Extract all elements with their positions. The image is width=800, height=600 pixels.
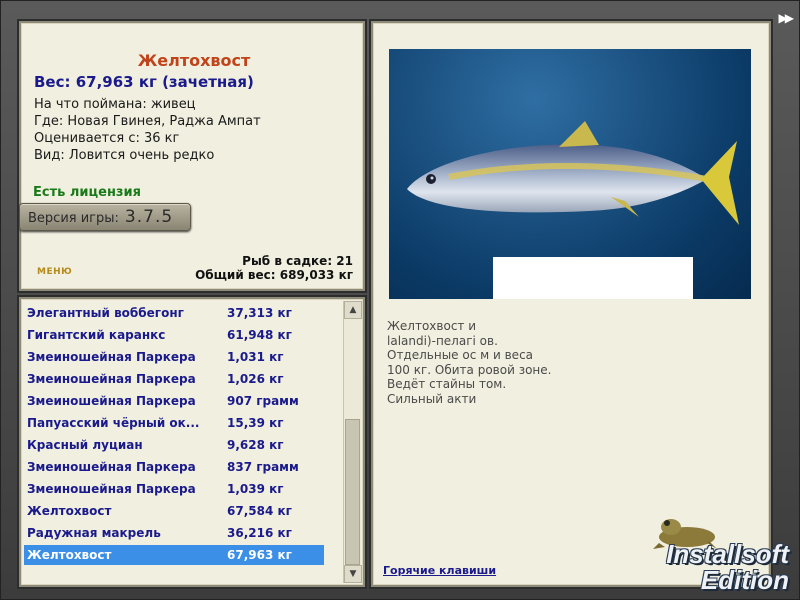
description-line: lalandi)-пелагі ов. bbox=[387, 333, 498, 348]
description-line: Отдельные ос м и веса bbox=[387, 348, 534, 362]
catch-fish-name: Змеиношейная Паркера bbox=[27, 394, 196, 408]
catch-list-item[interactable]: Змеиношейная Паркера 1,031 кг bbox=[24, 347, 324, 367]
catch-fish-name: Папуасский чёрный ок... bbox=[27, 416, 200, 430]
fish-description: Желтохвост и lalandi)-пелагі ов. Отдельные… bbox=[387, 319, 757, 406]
image-overlay bbox=[493, 257, 693, 299]
fish-weight: Вес: 67,963 кг (зачетная) bbox=[34, 73, 254, 91]
description-line: Желтохвост и bbox=[387, 319, 477, 333]
scroll-thumb[interactable] bbox=[345, 419, 360, 565]
menu-button[interactable]: МЕНЮ bbox=[37, 267, 72, 277]
catch-fish-name: Змеиношейная Паркера bbox=[27, 460, 196, 474]
catch-fish-weight: 837 грамм bbox=[227, 460, 299, 474]
description-line: 100 кг. Обита ровой зоне. bbox=[387, 362, 552, 377]
catch-fish-name: Радужная макрель bbox=[27, 526, 161, 540]
license-status: Есть лицензия bbox=[33, 185, 141, 200]
catch-fish-name: Змеиношейная Паркера bbox=[27, 350, 196, 364]
catch-list-item[interactable]: Змеиношейная Паркера 1,039 кг bbox=[24, 479, 324, 499]
fish-detail-panel: Желтохвост и lalandi)-пелагі ов. Отдельные… bbox=[371, 21, 771, 587]
catch-list-item[interactable]: Змеиношейная Паркера 907 грамм bbox=[24, 391, 324, 411]
catch-list-item[interactable]: Элегантный воббегонг 37,313 кг bbox=[24, 303, 324, 323]
catch-fish-weight: 15,39 кг bbox=[227, 416, 284, 430]
installsoft-watermark: Installsoft Edition bbox=[666, 541, 789, 593]
catch-list-item[interactable]: Желтохвост 67,584 кг bbox=[24, 501, 324, 521]
catch-list-item[interactable]: Змеиношейная Паркера 1,026 кг bbox=[24, 369, 324, 389]
valued-line: Оценивается с: 36 кг bbox=[34, 131, 180, 146]
catch-fish-weight: 1,031 кг bbox=[227, 350, 284, 364]
fish-in-cage: Рыб в садке: 21 bbox=[242, 254, 353, 268]
catch-list-item[interactable]: Гигантский каранкс 61,948 кг bbox=[24, 325, 324, 345]
catch-fish-name: Желтохвост bbox=[27, 548, 112, 562]
catch-fish-weight: 61,948 кг bbox=[227, 328, 292, 342]
chevron-up-icon[interactable]: ▲ bbox=[344, 301, 362, 319]
bait-line: На что поймана: живец bbox=[34, 97, 196, 112]
chevron-down-icon[interactable]: ▼ bbox=[344, 565, 362, 583]
catch-list-item[interactable]: Папуасский чёрный ок... 15,39 кг bbox=[24, 413, 324, 433]
catch-fish-name: Элегантный воббегонг bbox=[27, 306, 184, 320]
catch-fish-weight: 1,026 кг bbox=[227, 372, 284, 386]
catch-fish-weight: 67,963 кг bbox=[227, 548, 292, 562]
version-label: Версия игры: bbox=[28, 211, 119, 226]
double-arrow-right-icon[interactable]: ▶▶ bbox=[779, 11, 795, 25]
catch-fish-weight: 67,584 кг bbox=[227, 504, 292, 518]
catch-fish-weight: 9,628 кг bbox=[227, 438, 284, 452]
catch-fish-name: Желтохвост bbox=[27, 504, 112, 518]
catch-list-item[interactable]: Радужная макрель 36,216 кг bbox=[24, 523, 324, 543]
catch-fish-name: Змеиношейная Паркера bbox=[27, 482, 196, 496]
catch-fish-weight: 37,313 кг bbox=[227, 306, 292, 320]
watermark-line2: Edition bbox=[700, 565, 789, 595]
list-scrollbar[interactable]: ▲ ▼ bbox=[343, 301, 362, 583]
catch-list: Элегантный воббегонг 37,313 кг Гигантский … bbox=[21, 299, 343, 585]
total-weight: Общий вес: 689,033 кг bbox=[195, 268, 353, 282]
catch-fish-name: Змеиношейная Паркера bbox=[27, 372, 196, 386]
app-frame: ▶▶ Желтохвост Вес: 67,963 кг (зачетная) … bbox=[0, 0, 800, 600]
catch-list-item[interactable]: Змеиношейная Паркера 837 грамм bbox=[24, 457, 324, 477]
watermark-line1: Installsoft bbox=[666, 539, 789, 569]
catch-fish-name: Красный луциан bbox=[27, 438, 143, 452]
fish-photo bbox=[389, 49, 751, 299]
catch-fish-name: Гигантский каранкс bbox=[27, 328, 166, 342]
description-line: Ведёт стайны том. bbox=[387, 377, 507, 391]
location-line: Где: Новая Гвинея, Раджа Ампат bbox=[34, 114, 261, 129]
description-line: Сильный акти bbox=[387, 391, 477, 406]
catch-list-item[interactable]: Красный луциан 9,628 кг bbox=[24, 435, 324, 455]
fish-title: Желтохвост bbox=[137, 51, 251, 70]
catch-fish-weight: 36,216 кг bbox=[227, 526, 292, 540]
catch-fish-weight: 907 грамм bbox=[227, 394, 299, 408]
catch-fish-weight: 1,039 кг bbox=[227, 482, 284, 496]
catch-list-item[interactable]: Желтохвост 67,963 кг bbox=[24, 545, 324, 565]
hotkeys-link[interactable]: Горячие клавиши bbox=[383, 564, 496, 577]
version-number: 3.7.5 bbox=[124, 207, 174, 227]
rarity-line: Вид: Ловится очень редко bbox=[34, 148, 215, 163]
catch-list-panel: Элегантный воббегонг 37,313 кг Гигантский … bbox=[19, 297, 365, 587]
fish-info-panel: Желтохвост Вес: 67,963 кг (зачетная) На … bbox=[19, 21, 365, 291]
version-badge: Версия игры: 3.7.5 bbox=[19, 203, 191, 231]
